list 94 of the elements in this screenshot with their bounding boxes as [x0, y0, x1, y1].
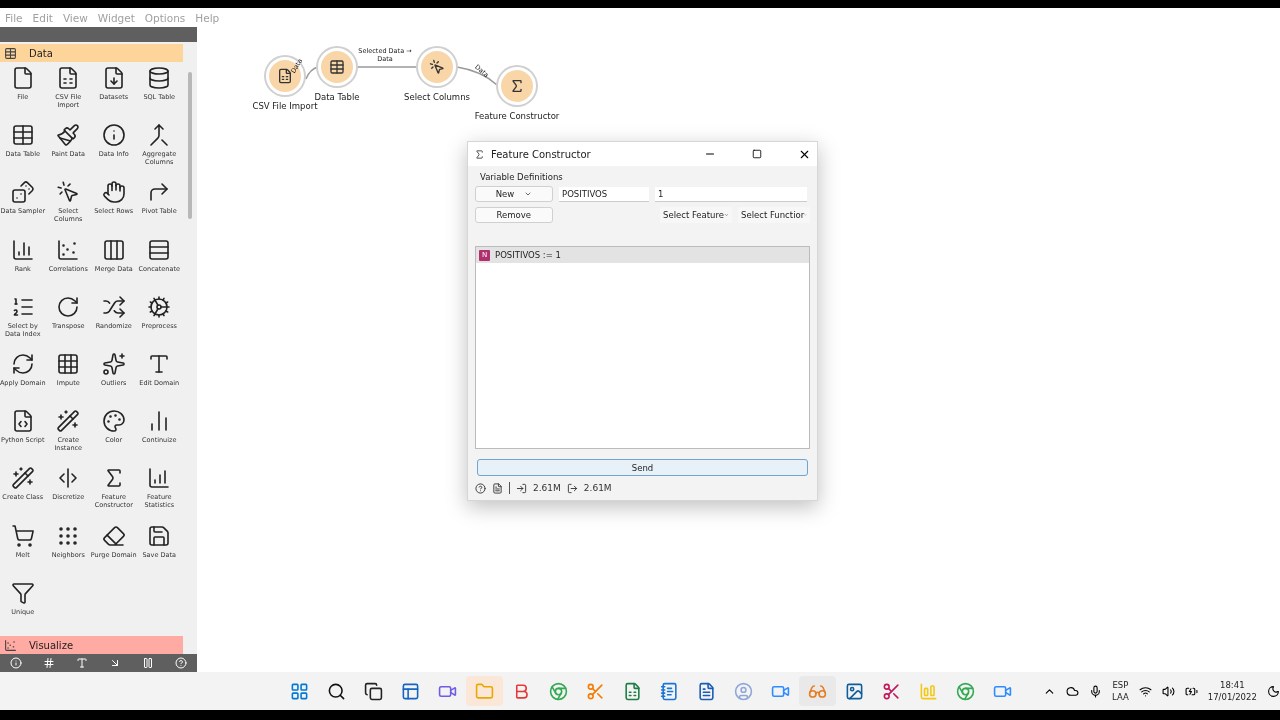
volume-icon[interactable]: [1161, 684, 1175, 698]
help-icon[interactable]: [475, 482, 486, 494]
crop-icon: [586, 681, 605, 701]
section-title: Variable Definitions: [480, 172, 564, 182]
category-title: Visualize: [29, 639, 74, 651]
new-button[interactable]: New: [475, 186, 553, 202]
node-label: CSV File Import: [252, 101, 318, 111]
maximize-icon[interactable]: [752, 149, 762, 159]
node-label: Feature Constructor: [474, 111, 560, 121]
cloud-icon[interactable]: [1066, 684, 1079, 698]
refresh-icon[interactable]: [10, 352, 35, 376]
chrome-icon: [549, 681, 568, 701]
rows-icon[interactable]: [147, 237, 172, 262]
database-icon[interactable]: [147, 66, 172, 90]
window-title: Feature Constructor: [491, 148, 592, 160]
feature-dropdown[interactable]: Select Feature: [660, 207, 732, 223]
input-size: 2.61M: [533, 483, 561, 493]
output-icon: [566, 482, 578, 494]
link-line: [456, 66, 498, 86]
pointer-icon[interactable]: [56, 180, 81, 205]
bar-chart-icon[interactable]: [10, 237, 35, 262]
notebook-icon: [660, 681, 679, 701]
expression-field[interactable]: 1: [655, 186, 807, 202]
widget-node[interactable]: [266, 57, 304, 95]
table-icon: [4, 46, 17, 60]
columns-icon[interactable]: [101, 237, 126, 262]
eraser-icon[interactable]: [101, 523, 126, 548]
spreadsheet-file-icon: [277, 68, 293, 84]
wand-icon[interactable]: [56, 409, 81, 434]
link-line: [305, 66, 319, 80]
text-icon[interactable]: [76, 657, 89, 669]
spreadsheet-icon: [623, 681, 642, 701]
caret-icon: [524, 190, 533, 198]
gear-icon[interactable]: [147, 294, 172, 319]
shuffle-icon[interactable]: [101, 294, 126, 319]
remove-button[interactable]: Remove: [475, 207, 553, 223]
widget-node[interactable]: [418, 48, 456, 86]
output-size: 2.61M: [583, 483, 612, 493]
scrollbar[interactable]: [188, 72, 192, 219]
layout-code[interactable]: LAA: [1112, 691, 1129, 703]
grid-icon[interactable]: [56, 352, 81, 376]
widgets-icon: [401, 681, 420, 701]
link-line: [356, 66, 418, 68]
name-field[interactable]: POSITIVOS: [559, 186, 649, 202]
definition-text: POSITIVOS := 1: [495, 250, 561, 260]
table-icon[interactable]: [10, 123, 35, 148]
image-icon: [845, 681, 864, 701]
scatter-icon: [4, 638, 17, 652]
info-icon[interactable]: [101, 123, 126, 148]
hash-icon[interactable]: [43, 657, 56, 669]
dice-icon[interactable]: [10, 180, 35, 205]
scatter-icon[interactable]: [56, 237, 81, 262]
circle-icon: [734, 681, 753, 701]
microphone-icon[interactable]: [1089, 684, 1102, 698]
function-dropdown[interactable]: Select Functior: [738, 207, 810, 223]
pointer-icon: [429, 59, 445, 75]
bar-chart-icon[interactable]: [147, 466, 172, 491]
windows-logo-icon: [290, 681, 309, 701]
pause-icon[interactable]: [141, 657, 154, 669]
node-label: Select Columns: [404, 92, 470, 102]
scissors-icon: [882, 681, 901, 701]
category-header[interactable]: Data: [0, 44, 183, 62]
clock-date[interactable]: 17/01/2022: [1207, 691, 1257, 703]
send-button[interactable]: Send: [477, 459, 808, 476]
sparkles-icon[interactable]: [101, 352, 126, 376]
wand-icon[interactable]: [10, 466, 35, 491]
floppy-icon[interactable]: [147, 523, 172, 548]
chrome-icon: [956, 681, 975, 701]
clock-time[interactable]: 18:41: [1220, 679, 1245, 691]
document-icon: [697, 681, 716, 701]
widget-node[interactable]: [318, 48, 356, 86]
cart-icon[interactable]: [10, 523, 35, 548]
filter-icon[interactable]: [10, 580, 35, 605]
task-view-icon: [364, 681, 383, 701]
palette-icon[interactable]: [101, 409, 126, 434]
input-icon: [516, 482, 527, 494]
sigma-icon: [509, 78, 525, 94]
language-code[interactable]: ESP: [1112, 679, 1129, 691]
category-title: Data: [29, 47, 53, 59]
table-icon: [329, 59, 345, 75]
chart-icon: [919, 681, 938, 701]
hand-icon[interactable]: [101, 180, 126, 205]
paintbrush-icon[interactable]: [56, 123, 81, 148]
node-label: Data Table: [314, 92, 360, 102]
sigma-icon: [474, 148, 485, 160]
report-icon[interactable]: [492, 482, 503, 494]
search-icon: [327, 681, 346, 701]
chevron-down-icon: [724, 211, 729, 219]
folder-icon: [475, 681, 494, 701]
wifi-icon[interactable]: [1138, 684, 1152, 698]
rotate-icon[interactable]: [56, 294, 81, 319]
widget-node[interactable]: [498, 67, 536, 105]
category-header[interactable]: Visualize: [0, 636, 183, 654]
moon-icon[interactable]: [1266, 684, 1280, 698]
